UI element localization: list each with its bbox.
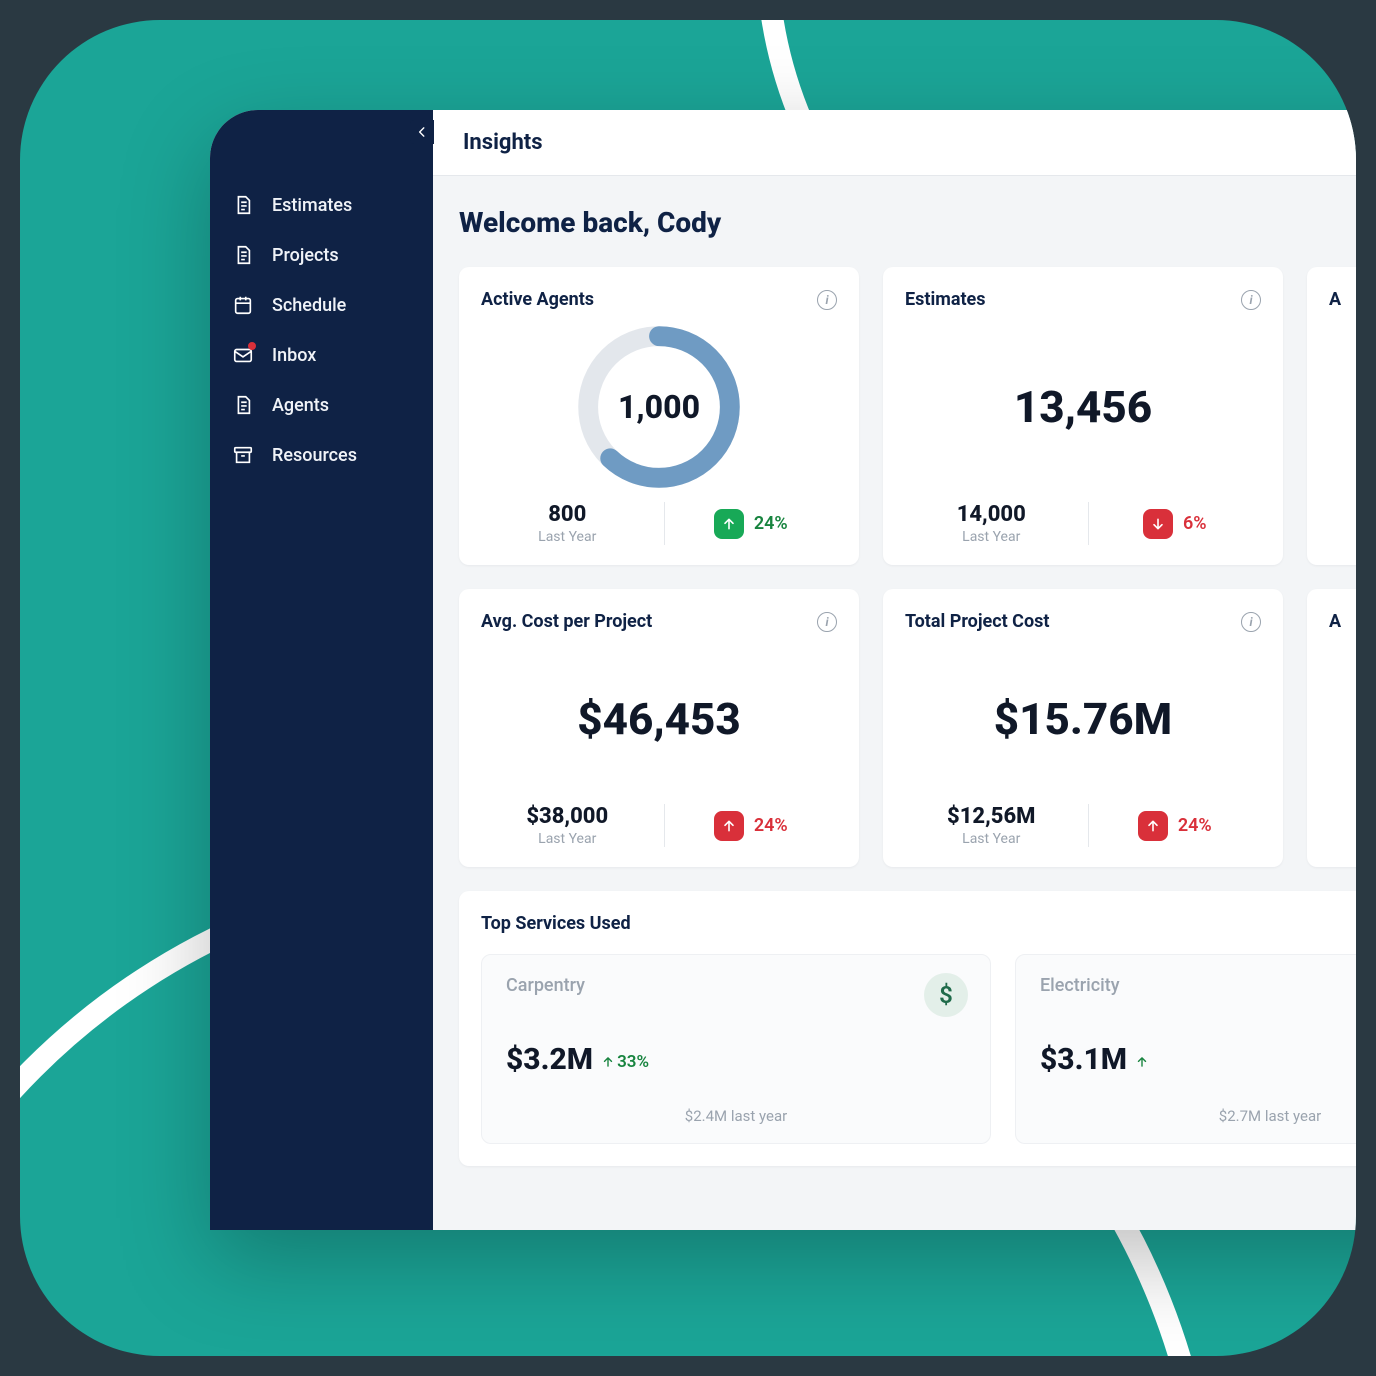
service-value: $3.1M xyxy=(1040,1042,1127,1077)
service-last-year: $2.4M last year xyxy=(506,1107,966,1125)
sidebar-item-schedule[interactable]: Schedule xyxy=(210,280,433,330)
card-title: Total Project Cost xyxy=(905,611,1049,632)
delta-value: 24% xyxy=(754,815,788,836)
top-services-panel: Top Services Used Carpentry $ $3.2M 33% xyxy=(459,891,1356,1166)
delta-value: 24% xyxy=(1178,815,1212,836)
sidebar-item-inbox[interactable]: Inbox xyxy=(210,330,433,380)
service-delta xyxy=(1135,1055,1151,1069)
last-year-value: $38,000 xyxy=(481,804,654,829)
sidebar-item-label: Agents xyxy=(272,395,329,416)
sidebar-collapse-button[interactable] xyxy=(410,120,434,144)
last-year-label: Last Year xyxy=(481,831,654,847)
service-last-year: $2.7M last year xyxy=(1040,1107,1356,1125)
document-icon xyxy=(232,194,254,216)
service-delta-value: 33% xyxy=(617,1052,649,1072)
sidebar-item-resources[interactable]: Resources xyxy=(210,430,433,480)
service-name: Electricity xyxy=(1040,975,1356,996)
last-year-value: 14,000 xyxy=(905,502,1078,527)
welcome-heading: Welcome back, Cody xyxy=(459,206,1356,239)
metric-card-total-cost: Total Project Cost i $15.76M $12,56M Las… xyxy=(883,589,1283,867)
metric-card-avg-cost: Avg. Cost per Project i $46,453 $38,000 … xyxy=(459,589,859,867)
card-title: A xyxy=(1329,289,1341,310)
service-card-carpentry: Carpentry $ $3.2M 33% $2.4M last year xyxy=(481,954,991,1144)
sidebar-item-projects[interactable]: Projects xyxy=(210,230,433,280)
info-icon[interactable]: i xyxy=(1241,290,1261,310)
card-title: Avg. Cost per Project xyxy=(481,611,652,632)
last-year-value: $12,56M xyxy=(905,804,1078,829)
sidebar: Estimates Projects Schedule xyxy=(210,110,433,1230)
service-delta: 33% xyxy=(601,1052,649,1072)
teal-background: Estimates Projects Schedule xyxy=(20,20,1356,1356)
card-title: Active Agents xyxy=(481,289,594,310)
info-icon[interactable]: i xyxy=(817,290,837,310)
metrics-row-2: Avg. Cost per Project i $46,453 $38,000 … xyxy=(459,589,1356,867)
sidebar-item-label: Projects xyxy=(272,245,339,266)
arrow-down-badge xyxy=(1143,509,1173,539)
chevron-left-icon xyxy=(415,125,429,139)
metric-value: 13,456 xyxy=(1014,381,1152,433)
sidebar-item-label: Schedule xyxy=(272,295,346,316)
arrow-up-badge xyxy=(714,509,744,539)
sidebar-item-estimates[interactable]: Estimates xyxy=(210,180,433,230)
document-icon xyxy=(232,394,254,416)
sidebar-item-label: Estimates xyxy=(272,195,352,216)
info-icon[interactable]: i xyxy=(817,612,837,632)
main-area: Insights Welcome back, Cody Active Agent… xyxy=(433,110,1356,1230)
service-card-electricity: Electricity $ $3.1M $2.7M last year xyxy=(1015,954,1356,1144)
dollar-icon: $ xyxy=(924,973,968,1017)
last-year-label: Last Year xyxy=(481,529,654,545)
metric-value: $15.76M xyxy=(994,693,1172,745)
last-year-label: Last Year xyxy=(905,529,1078,545)
services-title: Top Services Used xyxy=(481,913,1356,934)
metric-value: $46,453 xyxy=(577,693,741,745)
last-year-value: 800 xyxy=(481,502,654,527)
calendar-icon xyxy=(232,294,254,316)
sidebar-item-agents[interactable]: Agents xyxy=(210,380,433,430)
sidebar-item-label: Inbox xyxy=(272,345,316,366)
metrics-row-1: Active Agents i 1,000 xyxy=(459,267,1356,565)
metric-card-active-agents: Active Agents i 1,000 xyxy=(459,267,859,565)
arrow-up-badge xyxy=(714,811,744,841)
delta-value: 24% xyxy=(754,513,788,534)
metric-card-estimates: Estimates i 13,456 14,000 Last Year xyxy=(883,267,1283,565)
service-value: $3.2M xyxy=(506,1042,593,1077)
card-title: A xyxy=(1329,611,1341,632)
last-year-label: Last Year xyxy=(905,831,1078,847)
envelope-icon xyxy=(232,344,254,366)
metric-value: 1,000 xyxy=(574,322,744,492)
page-title: Insights xyxy=(433,110,1356,176)
metric-card-partial: A xyxy=(1307,589,1356,867)
metric-card-partial: A xyxy=(1307,267,1356,565)
card-title: Estimates xyxy=(905,289,986,310)
sidebar-item-label: Resources xyxy=(272,445,357,466)
document-icon xyxy=(232,244,254,266)
arrow-up-badge xyxy=(1138,811,1168,841)
app-window: Estimates Projects Schedule xyxy=(210,110,1356,1230)
archive-icon xyxy=(232,444,254,466)
info-icon[interactable]: i xyxy=(1241,612,1261,632)
service-name: Carpentry xyxy=(506,975,966,996)
donut-chart: 1,000 xyxy=(574,322,744,492)
delta-value: 6% xyxy=(1183,513,1207,534)
notification-dot xyxy=(248,342,256,350)
